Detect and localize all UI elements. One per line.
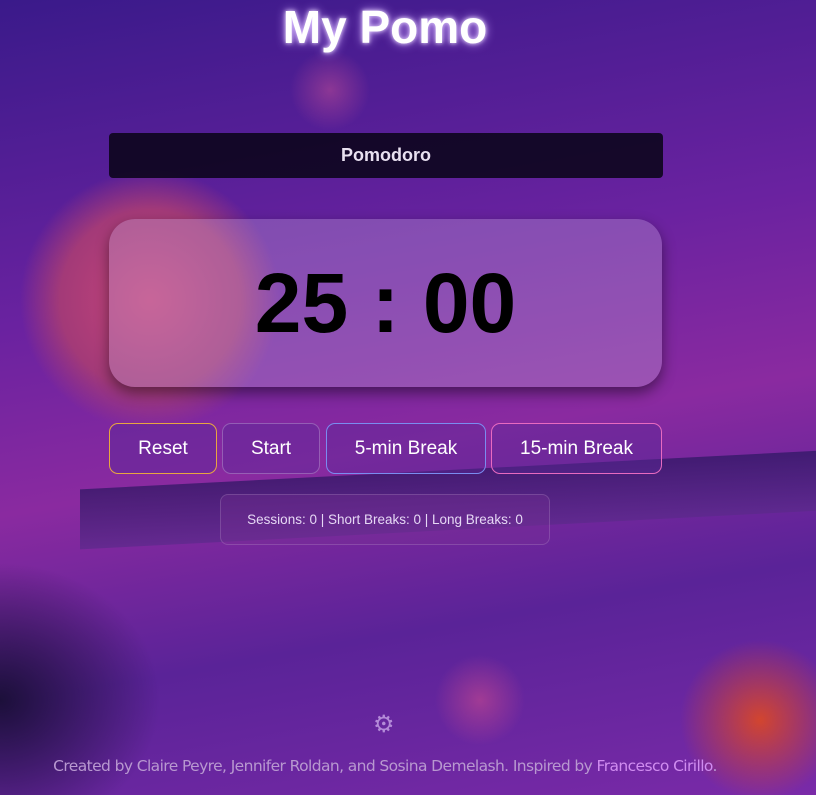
francesco-cirillo-link[interactable]: Francesco Cirillo — [597, 757, 714, 775]
footer-text: Created by Claire Peyre, Jennifer Roldan… — [53, 757, 597, 775]
long-break-button[interactable]: 15-min Break — [491, 423, 662, 474]
reset-button[interactable]: Reset — [109, 423, 217, 474]
footer-period: . — [712, 757, 718, 775]
short-break-button[interactable]: 5-min Break — [326, 423, 486, 474]
mode-label: Pomodoro — [109, 133, 663, 178]
start-button[interactable]: Start — [222, 423, 320, 474]
footer: Created by Claire Peyre, Jennifer Roldan… — [0, 757, 770, 775]
app-title: My Pomo — [282, 1, 488, 53]
timer-display: 25 : 00 — [109, 219, 662, 387]
session-stats: Sessions: 0 | Short Breaks: 0 | Long Bre… — [220, 494, 550, 545]
gear-icon[interactable]: ⚙ — [373, 710, 395, 739]
